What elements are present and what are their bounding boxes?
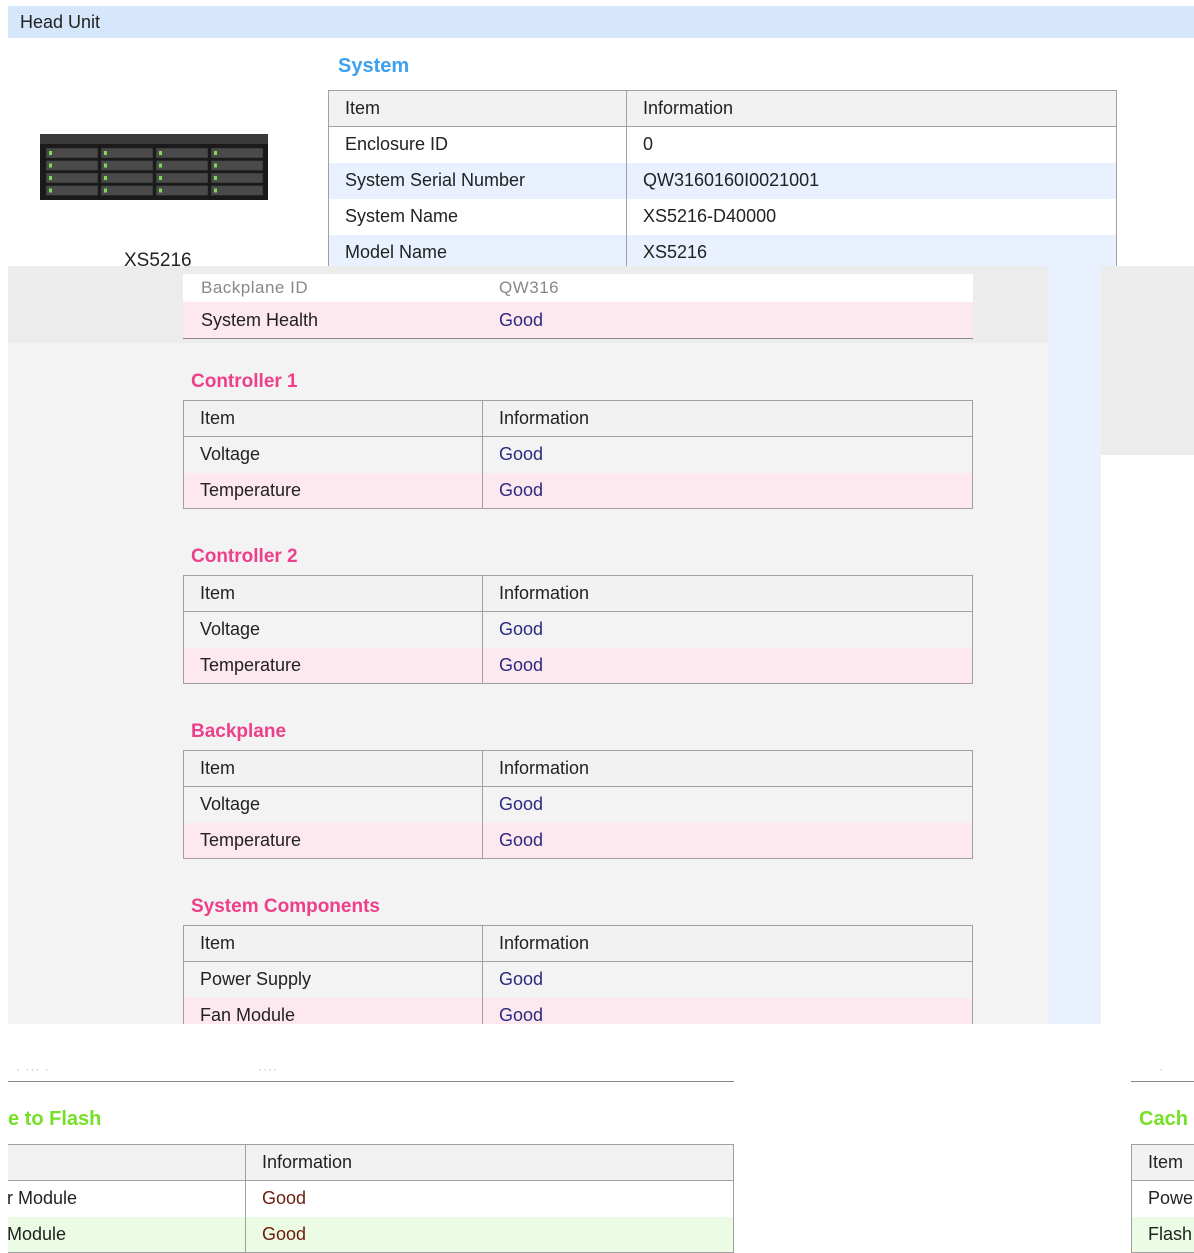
item-cell: Module (8, 1216, 246, 1253)
table-row: Temperature Good (183, 822, 973, 859)
table-row: Temperature Good (183, 647, 973, 684)
column-header-information: Information (245, 1144, 734, 1181)
column-header-information: Information (482, 750, 973, 787)
cache-table: Item Powe Flash (1131, 1144, 1194, 1253)
table-row: Voltage Good (183, 436, 973, 473)
faint-text: · ··· · (16, 1062, 50, 1076)
column-header-item: Item (183, 400, 483, 437)
backplane-section: Backplane Item Information Voltage Good … (183, 714, 973, 859)
table-row: Fan Module Good (183, 997, 973, 1024)
info-cell: QW3160160I0021001 (626, 162, 1117, 199)
cache-panel: · Cach Item Powe Flash (1131, 1024, 1194, 1253)
info-cell: XS5216-D40000 (626, 198, 1117, 235)
system-table-wrap: Item Information Enclosure ID 0 System S… (328, 90, 1117, 271)
info-cell: Good (245, 1180, 734, 1217)
table-row: Temperature Good (183, 472, 973, 509)
info-cell: Good (482, 436, 973, 473)
system-components-section: System Components Item Information Power… (183, 889, 973, 1024)
system-components-title: System Components (191, 896, 380, 917)
table-row: System Health Good (183, 302, 973, 339)
table-row: System Name XS5216-D40000 (328, 198, 1117, 235)
controller2-section: Controller 2 Item Information Voltage Go… (183, 539, 973, 684)
item-cell: System Health (201, 309, 319, 330)
info-cell: Good (499, 309, 544, 330)
column-header-item: Item (1131, 1144, 1194, 1181)
table-row: r Module Good (8, 1180, 734, 1217)
column-header-item (8, 1144, 246, 1181)
device-image (40, 134, 268, 200)
info-cell: Good (482, 611, 973, 648)
table-row: Voltage Good (183, 786, 973, 823)
faint-text: · (1159, 1062, 1163, 1076)
info-cell: Good (482, 822, 973, 859)
item-cell: Temperature (183, 647, 483, 684)
system-table-overflow: Backplane ID QW316 System Health Good (183, 270, 973, 344)
table-row: Backplane ID QW316 (183, 274, 973, 302)
column-header-information: Information (482, 575, 973, 612)
column-header-item: Item (328, 90, 627, 127)
column-header-information: Information (482, 925, 973, 962)
head-unit-panel: Head Unit XS5216 System Item Information… (8, 6, 1194, 271)
info-cell: Good (482, 997, 973, 1024)
table-row: Module Good (8, 1216, 734, 1253)
table-row: Powe (1131, 1180, 1194, 1217)
column-header-item: Item (183, 750, 483, 787)
info-cell: 0 (626, 126, 1117, 163)
head-unit-title: Head Unit (8, 6, 1194, 38)
controller2-table: Item Information Voltage Good Temperatur… (183, 575, 973, 684)
controller1-title: Controller 1 (191, 371, 298, 392)
item-cell: Powe (1131, 1180, 1194, 1217)
flash-section-title: e to Flash (8, 1108, 102, 1130)
info-cell: Good (482, 786, 973, 823)
table-row: Enclosure ID 0 (328, 126, 1117, 163)
item-cell: Voltage (183, 786, 483, 823)
flash-table: Information r Module Good Module Good (8, 1144, 734, 1253)
info-cell: QW316 (499, 278, 560, 297)
item-cell: Enclosure ID (328, 126, 627, 163)
cache-section-title: Cach (1139, 1108, 1188, 1130)
info-cell: Good (245, 1216, 734, 1253)
info-cell: Good (482, 961, 973, 998)
divider (8, 1081, 734, 1082)
table-row: Power Supply Good (183, 961, 973, 998)
backplane-table: Item Information Voltage Good Temperatur… (183, 750, 973, 859)
column-header-item: Item (183, 925, 483, 962)
controller1-table: Item Information Voltage Good Temperatur… (183, 400, 973, 509)
backplane-title: Backplane (191, 721, 287, 742)
faint-text: ···· (258, 1062, 278, 1076)
item-cell: Fan Module (183, 997, 483, 1024)
flash-panel: · ··· · ···· e to Flash Information r Mo… (8, 1024, 734, 1253)
system-table: Item Information Enclosure ID 0 System S… (328, 90, 1117, 271)
table-row: Voltage Good (183, 611, 973, 648)
item-cell: Flash (1131, 1216, 1194, 1253)
item-cell: Power Supply (183, 961, 483, 998)
column-header-information: Information (482, 400, 973, 437)
table-row: Flash (1131, 1216, 1194, 1253)
column-header-item: Item (183, 575, 483, 612)
info-cell: Good (482, 472, 973, 509)
item-cell: Temperature (183, 822, 483, 859)
item-cell: Voltage (183, 611, 483, 648)
item-cell: System Name (328, 198, 627, 235)
item-cell: Temperature (183, 472, 483, 509)
item-cell: System Serial Number (328, 162, 627, 199)
item-cell: Voltage (183, 436, 483, 473)
system-section-title: System (338, 55, 410, 77)
item-cell: r Module (8, 1180, 246, 1217)
system-components-table: Item Information Power Supply Good Fan M… (183, 925, 973, 1024)
table-row: System Serial Number QW3160160I0021001 (328, 162, 1117, 199)
controller2-title: Controller 2 (191, 546, 298, 567)
column-header-information: Information (626, 90, 1117, 127)
info-cell: Good (482, 647, 973, 684)
controller1-section: Controller 1 Item Information Voltage Go… (183, 364, 973, 509)
item-cell: Backplane ID (201, 278, 309, 297)
divider (1131, 1081, 1194, 1082)
backdrop-blue-strip (1048, 266, 1101, 1024)
